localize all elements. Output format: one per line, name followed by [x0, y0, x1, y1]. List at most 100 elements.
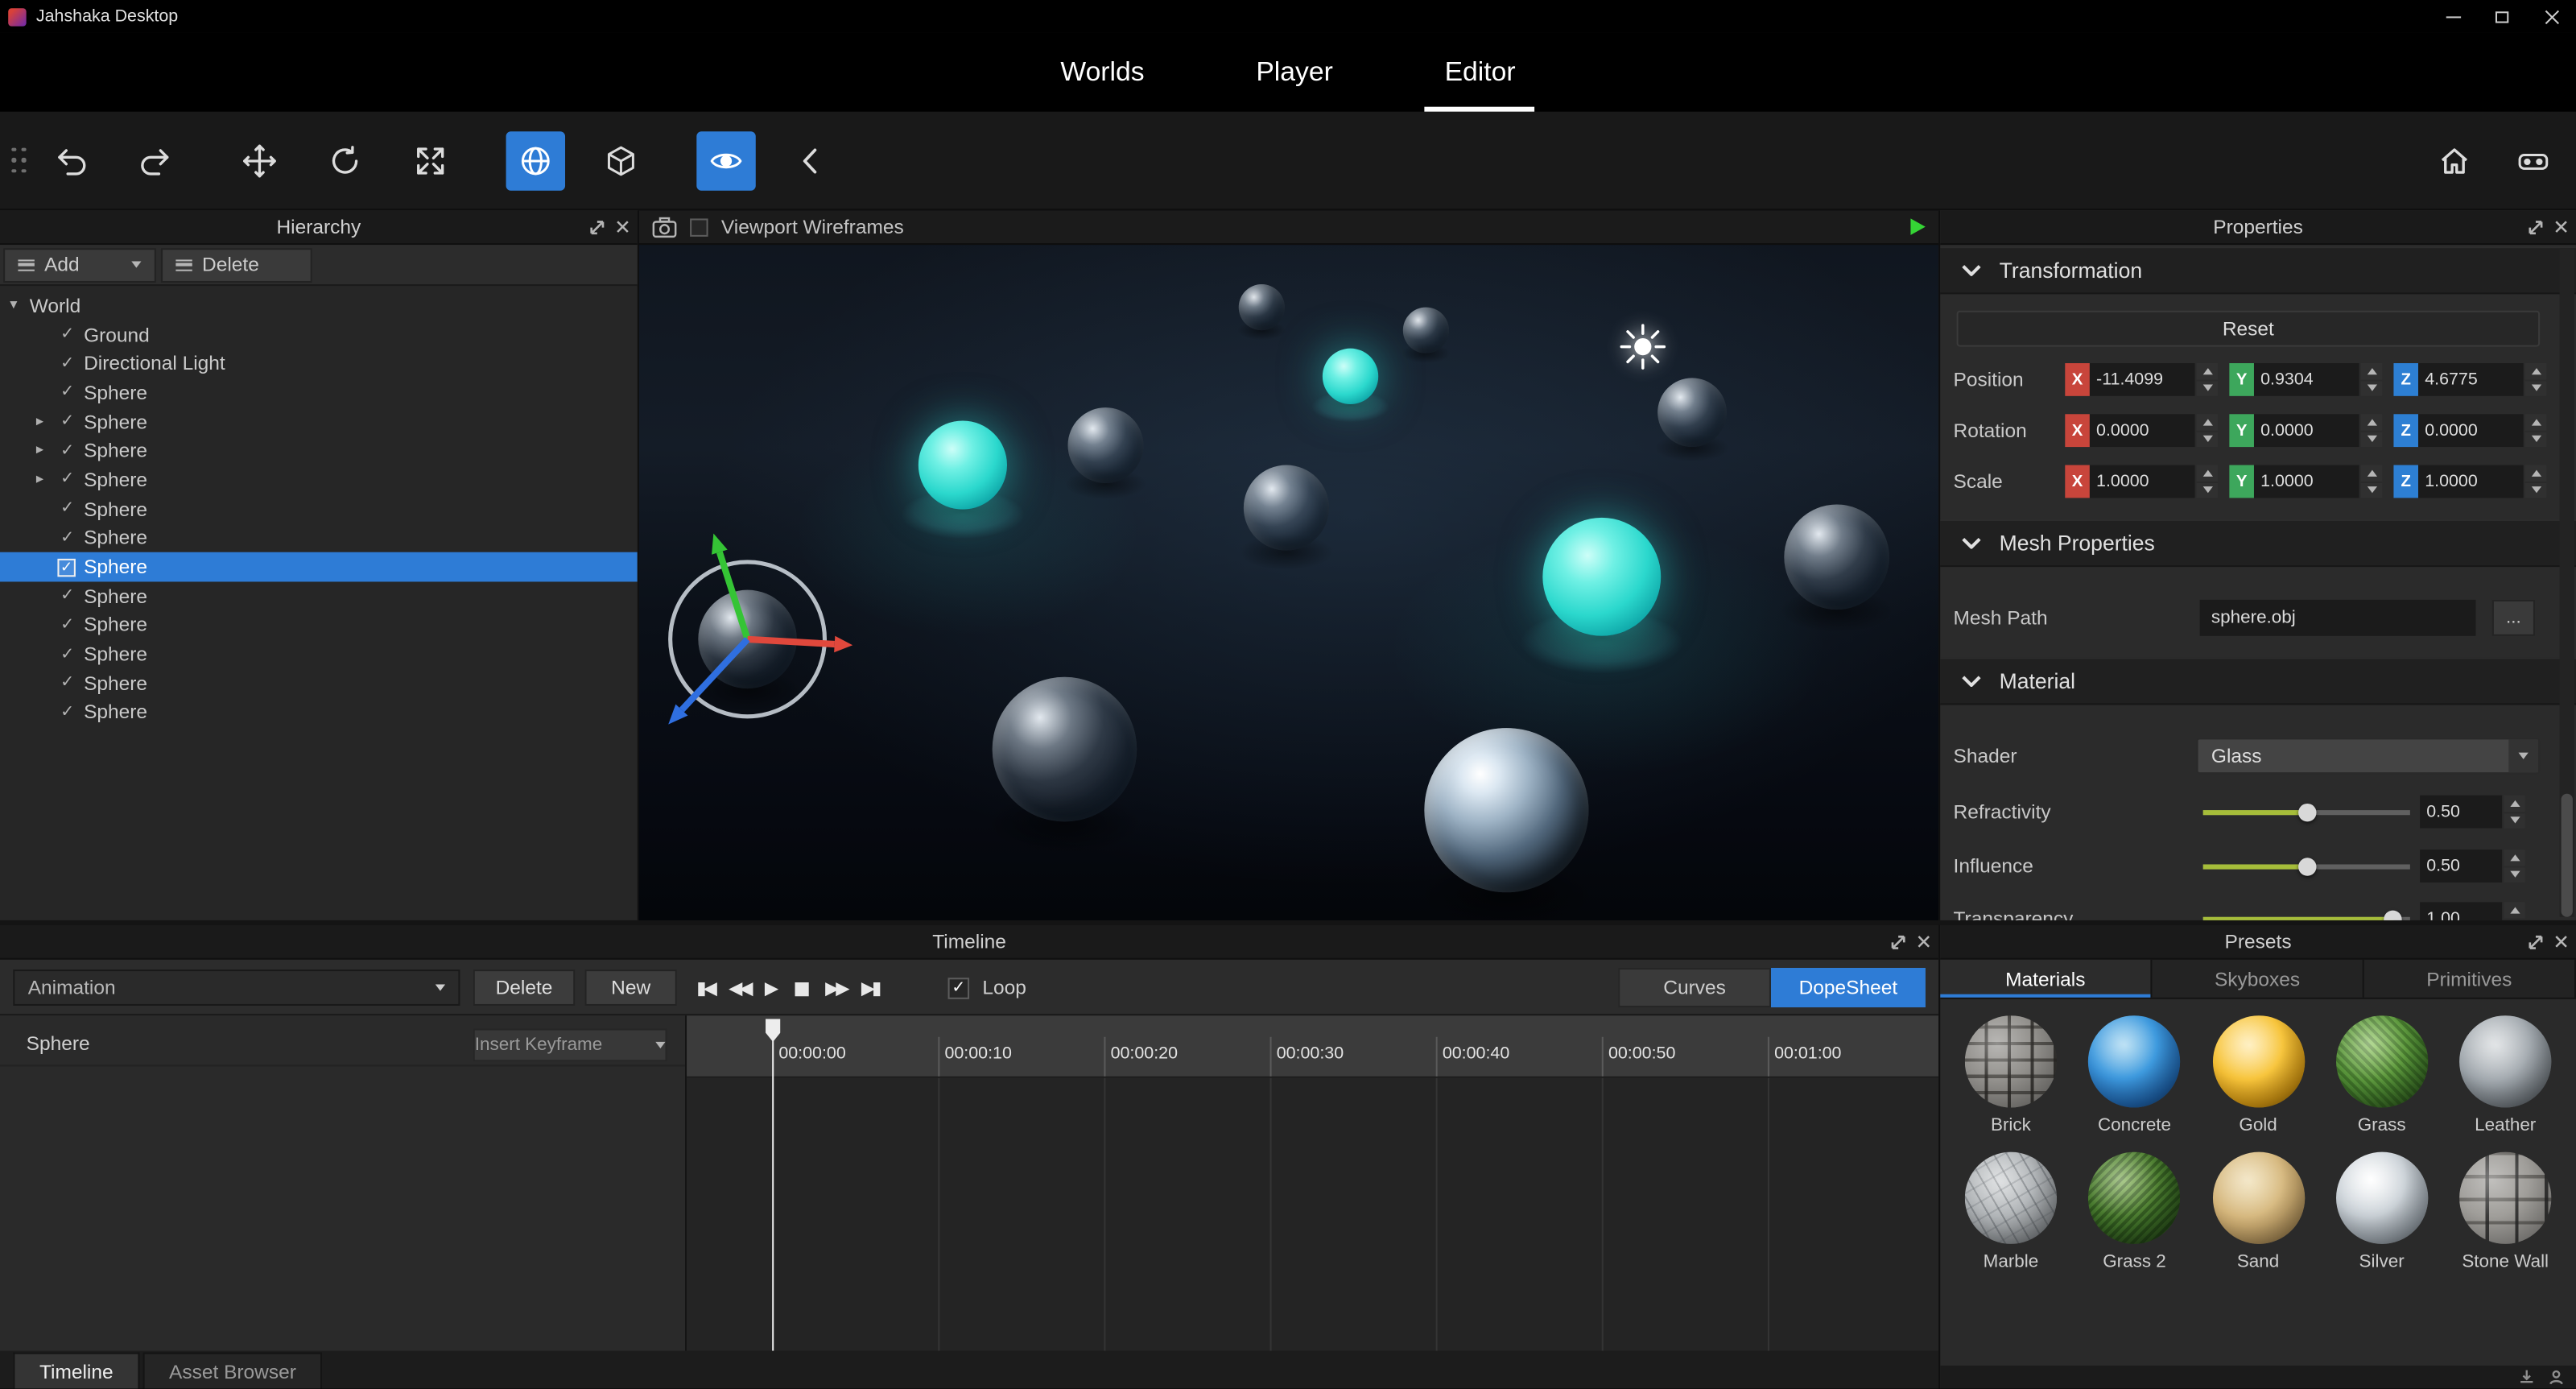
visibility-check-icon[interactable]: ✓	[56, 529, 79, 547]
object-view-button[interactable]	[592, 130, 650, 189]
add-button[interactable]: Add	[3, 247, 156, 282]
cyan-sphere[interactable]	[1322, 348, 1379, 405]
nav-tab-worlds[interactable]: Worlds	[1041, 33, 1164, 112]
curves-button[interactable]: Curves	[1618, 968, 1771, 1008]
visibility-check-icon[interactable]: ✓	[56, 616, 79, 634]
caret-right-icon[interactable]: ▸	[36, 443, 56, 459]
material-thumb-grass[interactable]	[2335, 1015, 2428, 1108]
viewport-scene[interactable]	[638, 245, 1939, 920]
minimize-button[interactable]	[2428, 0, 2477, 33]
scale-y-field[interactable]: Y 1.0000	[2229, 465, 2383, 498]
spin-down-icon[interactable]	[2504, 866, 2525, 883]
dopesheet-button[interactable]: DopeSheet	[1770, 968, 1926, 1008]
spin-down-icon[interactable]	[2524, 431, 2547, 448]
spin-up-icon[interactable]	[2360, 363, 2383, 379]
material-section-header[interactable]: Material	[1940, 657, 2576, 705]
popout-icon[interactable]	[2529, 219, 2543, 234]
preset-tab-materials[interactable]: Materials	[1940, 959, 2153, 998]
material-thumb-gold[interactable]	[2211, 1015, 2305, 1108]
shader-select[interactable]: Glass	[2196, 738, 2541, 775]
glass-sphere[interactable]	[1243, 465, 1330, 551]
glass-sphere[interactable]	[1402, 307, 1449, 353]
spin-down-icon[interactable]	[2196, 482, 2219, 498]
maximize-button[interactable]	[2478, 0, 2527, 33]
vr-mode-button[interactable]	[2504, 130, 2562, 189]
reset-button[interactable]: Reset	[1956, 310, 2541, 347]
translate-gizmo[interactable]	[641, 532, 854, 746]
translate-tool-button[interactable]	[230, 130, 289, 189]
spin-up-icon[interactable]	[2360, 465, 2383, 481]
scale-x-field[interactable]: X 1.0000	[2065, 465, 2219, 498]
caret-down-icon[interactable]: ▾	[10, 297, 29, 313]
material-thumb-marble[interactable]	[1964, 1151, 2058, 1244]
redo-button[interactable]	[125, 130, 184, 189]
tree-item-directional-light[interactable]: ✓ Directional Light	[0, 349, 638, 378]
toolbar-grip-icon[interactable]	[11, 147, 26, 173]
rotate-tool-button[interactable]	[316, 130, 374, 189]
visibility-check-icon[interactable]: ✓	[56, 471, 79, 489]
preset-tab-primitives[interactable]: Primitives	[2364, 959, 2576, 998]
close-panel-icon[interactable]	[616, 220, 629, 233]
caret-right-icon[interactable]: ▸	[36, 472, 56, 488]
close-panel-icon[interactable]	[2554, 220, 2567, 233]
nav-tab-editor[interactable]: Editor	[1425, 33, 1536, 112]
timeline-track-area[interactable]: 00:00:00 00:00:10 00:00:20 00:00:30 00:00:40…	[687, 1015, 1939, 1351]
spin-down-icon[interactable]	[2524, 482, 2547, 498]
material-sand[interactable]: Sand	[2204, 1151, 2313, 1272]
scale-z-field[interactable]: Z 1.0000	[2393, 465, 2547, 498]
material-silver[interactable]: Silver	[2327, 1151, 2436, 1272]
popout-icon[interactable]	[2529, 934, 2543, 949]
visibility-check-icon[interactable]: ✓	[56, 500, 79, 518]
spin-up-icon[interactable]	[2504, 902, 2525, 918]
delete-animation-button[interactable]: Delete	[473, 969, 576, 1006]
nav-tab-player[interactable]: Player	[1236, 33, 1352, 112]
spin-down-icon[interactable]	[2360, 482, 2383, 498]
glass-sphere[interactable]	[1067, 407, 1144, 483]
material-thumb-brick[interactable]	[1964, 1015, 2058, 1108]
transparency-slider[interactable]	[2202, 902, 2410, 920]
download-icon[interactable]	[2519, 1369, 2535, 1385]
value-input[interactable]: 0.0000	[2089, 414, 2195, 448]
insert-keyframe-button[interactable]: Insert Keyframe	[473, 1028, 667, 1062]
glass-sphere[interactable]	[992, 676, 1137, 822]
tree-item-sphere[interactable]: ✓ Sphere	[0, 698, 638, 727]
value-input[interactable]: 4.6775	[2418, 363, 2524, 396]
collapse-toolbar-button[interactable]	[782, 130, 840, 189]
properties-scrollbar[interactable]	[2559, 248, 2574, 917]
timeline-grid[interactable]	[687, 1077, 1939, 1351]
rotation-z-field[interactable]: Z 0.0000	[2393, 414, 2547, 448]
visibility-check-icon[interactable]: ✓	[56, 587, 79, 605]
value-input[interactable]: 0.0000	[2418, 414, 2524, 448]
close-panel-icon[interactable]	[2554, 935, 2567, 948]
value-input[interactable]: 0.9304	[2253, 363, 2359, 396]
popout-icon[interactable]	[590, 219, 605, 234]
mesh-path-input[interactable]: sphere.obj	[2199, 599, 2476, 636]
material-gold[interactable]: Gold	[2204, 1015, 2313, 1135]
browse-button[interactable]: ...	[2491, 599, 2535, 636]
spin-up-icon[interactable]	[2524, 414, 2547, 430]
material-thumb-grass2[interactable]	[2088, 1151, 2181, 1244]
tree-item-sphere[interactable]: ✓ Sphere	[0, 639, 638, 668]
spin-down-icon[interactable]	[2504, 812, 2525, 829]
scale-tool-button[interactable]	[401, 130, 460, 189]
preset-tab-skyboxes[interactable]: Skyboxes	[2152, 959, 2364, 998]
world-view-button[interactable]	[506, 130, 566, 190]
visibility-check-icon[interactable]: ✓	[56, 645, 79, 663]
material-leather[interactable]: Leather	[2451, 1015, 2560, 1135]
slider-handle[interactable]	[2384, 909, 2403, 920]
influence-value[interactable]: 0.50	[2420, 850, 2525, 883]
spin-up-icon[interactable]	[2196, 363, 2219, 379]
spin-down-icon[interactable]	[2524, 380, 2547, 396]
slider-handle[interactable]	[2297, 802, 2316, 821]
material-thumb-stonewall[interactable]	[2459, 1151, 2552, 1244]
sun-light-icon[interactable]	[1618, 322, 1667, 371]
material-stonewall[interactable]: Stone Wall	[2451, 1151, 2560, 1272]
value-input[interactable]: 1.0000	[2089, 465, 2195, 498]
play-scene-icon[interactable]	[1910, 218, 1926, 235]
delete-button[interactable]: Delete	[160, 247, 312, 282]
undo-button[interactable]	[43, 130, 101, 189]
gizmo-y-axis[interactable]	[712, 533, 751, 641]
track-row-sphere[interactable]: Sphere Insert Keyframe	[0, 1023, 686, 1067]
spin-down-icon[interactable]	[2196, 431, 2219, 448]
position-z-field[interactable]: Z 4.6775	[2393, 363, 2547, 396]
